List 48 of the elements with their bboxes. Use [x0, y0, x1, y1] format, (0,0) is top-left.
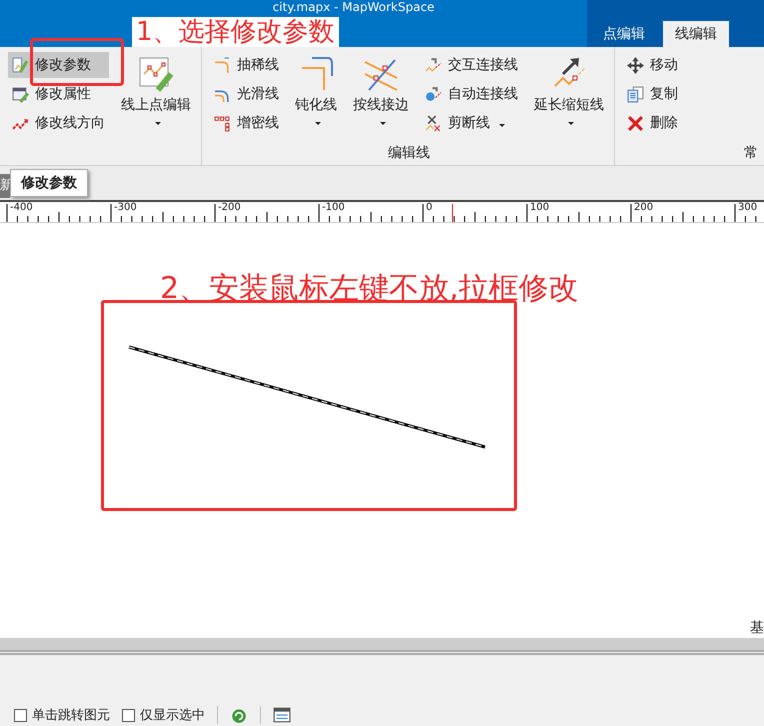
ribbon-button[interactable]: 剪断线: [421, 110, 522, 136]
ball-line-icon: [425, 86, 442, 102]
ribbon-button[interactable]: 修改属性: [8, 81, 109, 107]
ribbon-tab[interactable]: 线编辑: [663, 21, 729, 47]
checkbox[interactable]: 仅显示选中: [122, 706, 205, 724]
corner-line-icon: [214, 56, 231, 74]
ruler-marker: [452, 204, 453, 222]
ruler-label: -100: [321, 202, 345, 213]
ribbon-tab[interactable]: 点编辑: [595, 21, 653, 47]
copy-pages-icon: [627, 86, 644, 102]
ribbon-button[interactable]: 删除: [623, 110, 682, 136]
canvas-corner-text: 基: [750, 620, 764, 636]
ribbon-button[interactable]: 延长缩短线: [530, 50, 608, 141]
checkbox[interactable]: 单击跳转图元: [14, 706, 110, 724]
group-label: 常: [744, 144, 758, 162]
ribbon-button[interactable]: 修改参数: [8, 52, 109, 78]
polyline-pencil-icon: [138, 56, 174, 92]
ribbon-button[interactable]: 复制: [623, 81, 682, 107]
ribbon-button[interactable]: 修改线方向: [8, 110, 109, 136]
move-arrows-icon: [627, 56, 644, 74]
chain-line-icon: [425, 56, 442, 74]
ribbon-button[interactable]: 按线接边: [349, 50, 413, 141]
ribbon-button[interactable]: 自动连接线: [421, 81, 522, 107]
ribbon-button[interactable]: 抽稀线: [210, 52, 283, 78]
horizontal-scrollbar[interactable]: [0, 638, 764, 650]
ruler-label: 300: [737, 202, 758, 213]
ribbon-button[interactable]: 增密线: [210, 110, 283, 136]
ribbon-button[interactable]: 光滑线: [210, 81, 283, 107]
ruler-label: -200: [217, 202, 241, 213]
delete-cross-icon: [627, 114, 644, 132]
group-label: 编辑线: [388, 144, 430, 162]
table-window-icon: [273, 706, 291, 724]
vertex-line-icon: [214, 114, 231, 132]
table-pencil-icon: [12, 86, 29, 102]
ruler-label: 100: [529, 202, 550, 213]
scissors-icon: [425, 114, 442, 132]
ribbon-button[interactable]: 交互连接线: [421, 52, 522, 78]
window-title: city.mapx - MapWorkSpace: [272, 0, 434, 14]
ruler-label: -400: [9, 202, 33, 213]
ruler-label: 200: [633, 202, 654, 213]
tooltip: 修改参数: [10, 169, 88, 197]
ruler-label: 0: [425, 202, 432, 213]
ribbon-button[interactable]: 移动: [623, 52, 682, 78]
ribbon-button[interactable]: 线上点编辑: [117, 50, 195, 141]
annotation-text: 1、选择修改参数: [132, 17, 339, 47]
pencil-chart-icon: [12, 56, 29, 74]
ruler-label: -300: [113, 202, 137, 213]
ribbon-button[interactable]: 钝化线: [291, 50, 341, 141]
